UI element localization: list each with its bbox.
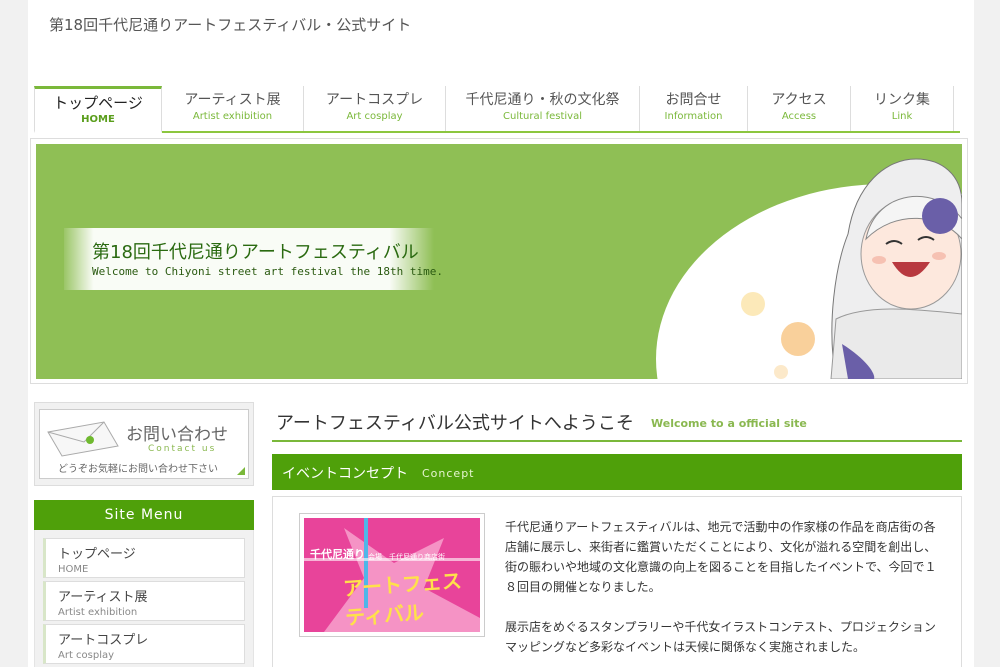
concept-text: 千代尼通りアートフェスティバルは、地元で活動中の作家様の作品を商店街の各店舗に展… bbox=[505, 517, 937, 657]
welcome-heading: アートフェスティバル公式サイトへようこそ Welcome to a offici… bbox=[272, 402, 962, 442]
nav-item-label: トップページ bbox=[53, 94, 143, 112]
nav-item-sublabel: HOME bbox=[81, 114, 115, 125]
sidebar-item-label: アートコスプレ bbox=[58, 633, 149, 648]
welcome-subtitle: Welcome to a official site bbox=[651, 417, 807, 430]
nav-item-art-cosplay[interactable]: アートコスプレ Art cosplay bbox=[304, 86, 446, 131]
contact-subtitle: Contact us bbox=[148, 444, 217, 454]
contact-banner-inner: お問い合わせ Contact us どうぞお気軽にお問い合わせ下さい bbox=[39, 409, 249, 479]
site-menu-heading: Site Menu bbox=[34, 500, 254, 530]
hero-title: 第18回千代尼通りアートフェスティバル bbox=[92, 242, 419, 263]
nav-item-cultural-festival[interactable]: 千代尼通り・秋の文化祭 Cultural festival bbox=[446, 86, 640, 131]
page: 第18回千代尼通りアートフェスティバル・公式サイト トップページ HOME アー… bbox=[28, 0, 974, 667]
nav-item-access[interactable]: アクセス Access bbox=[748, 86, 851, 131]
poster-artwork: 千代尼通り 会場 千代尼通り商店街 アートフェスティバル bbox=[304, 518, 480, 632]
contact-title: お問い合わせ bbox=[126, 425, 228, 445]
nav-item-sublabel: Link bbox=[891, 111, 913, 122]
concept-title: イベントコンセプト bbox=[282, 466, 408, 482]
resize-corner-icon bbox=[237, 467, 245, 475]
site-menu: トップページ HOME アーティスト展 Artist exhibition アー… bbox=[34, 530, 254, 667]
sidebar-item-sublabel: Art cosplay bbox=[58, 650, 115, 661]
concept-paragraph: 千代尼通りアートフェスティバルは、地元で活動中の作家様の作品を商店街の各店舗に展… bbox=[505, 520, 937, 594]
sidebar-item-artist-exhibition[interactable]: アーティスト展 Artist exhibition bbox=[43, 581, 245, 621]
nav-item-label: リンク集 bbox=[874, 92, 930, 108]
nav-item-label: アートコスプレ bbox=[325, 92, 424, 108]
poster-title: 千代尼通り bbox=[310, 548, 365, 561]
envelope-icon bbox=[47, 421, 119, 457]
concept-content: 千代尼通り 会場 千代尼通り商店街 アートフェスティバル 千代尼通りアートフェス… bbox=[272, 496, 962, 667]
sidebar-item-art-cosplay[interactable]: アートコスプレ Art cosplay bbox=[43, 624, 245, 664]
sidebar-item-home[interactable]: トップページ HOME bbox=[43, 538, 245, 578]
concept-subtitle: Concept bbox=[422, 467, 475, 480]
main-content: アートフェスティバル公式サイトへようこそ Welcome to a offici… bbox=[272, 402, 962, 667]
poster-logo-text: アートフェスティバル bbox=[342, 568, 463, 630]
concept-heading: イベントコンセプト Concept bbox=[272, 454, 962, 490]
nav-item-sublabel: Information bbox=[664, 111, 723, 122]
poster-venue: 会場 千代尼通り商店街 bbox=[368, 553, 445, 561]
sidebar: お問い合わせ Contact us どうぞお気軽にお問い合わせ下さい Site … bbox=[34, 402, 254, 667]
contact-note: どうぞお気軽にお問い合わせ下さい bbox=[58, 464, 218, 475]
hero-subtitle: Welcome to Chiyoni street art festival t… bbox=[92, 265, 443, 278]
festival-poster-image[interactable]: 千代尼通り 会場 千代尼通り商店街 アートフェスティバル bbox=[299, 513, 485, 637]
sidebar-item-label: アーティスト展 bbox=[58, 590, 148, 605]
site-title[interactable]: 第18回千代尼通りアートフェスティバル・公式サイト bbox=[49, 14, 411, 35]
sidebar-item-sublabel: HOME bbox=[58, 564, 89, 575]
nav-item-link[interactable]: リンク集 Link bbox=[851, 86, 954, 131]
nav-item-sublabel: Art cosplay bbox=[346, 111, 403, 122]
contact-banner[interactable]: お問い合わせ Contact us どうぞお気軽にお問い合わせ下さい bbox=[34, 402, 254, 486]
nav-item-sublabel: Access bbox=[781, 111, 817, 122]
nav-item-label: お問合せ bbox=[665, 92, 722, 108]
concept-paragraph: 展示店をめぐるスタンプラリーや千代女イラストコンテスト、プロジェクションマッピン… bbox=[505, 620, 936, 654]
welcome-title: アートフェスティバル公式サイトへようこそ bbox=[276, 413, 634, 434]
nav-item-home[interactable]: トップページ HOME bbox=[34, 86, 162, 133]
global-nav: トップページ HOME アーティスト展 Artist exhibition アー… bbox=[34, 86, 960, 133]
hero-banner-image: 第18回千代尼通りアートフェスティバル Welcome to Chiyoni s… bbox=[36, 144, 962, 379]
nav-item-label: 千代尼通り・秋の文化祭 bbox=[465, 92, 620, 108]
nav-item-label: アーティスト展 bbox=[184, 92, 281, 108]
nav-item-information[interactable]: お問合せ Information bbox=[640, 86, 748, 131]
nav-item-label: アクセス bbox=[771, 92, 827, 108]
nav-item-artist-exhibition[interactable]: アーティスト展 Artist exhibition bbox=[162, 86, 304, 131]
hero-frame: 第18回千代尼通りアートフェスティバル Welcome to Chiyoni s… bbox=[30, 138, 968, 384]
sidebar-item-label: トップページ bbox=[58, 547, 136, 562]
nav-item-sublabel: Cultural festival bbox=[503, 111, 582, 122]
nav-item-sublabel: Artist exhibition bbox=[192, 111, 273, 122]
sidebar-item-sublabel: Artist exhibition bbox=[58, 607, 138, 618]
